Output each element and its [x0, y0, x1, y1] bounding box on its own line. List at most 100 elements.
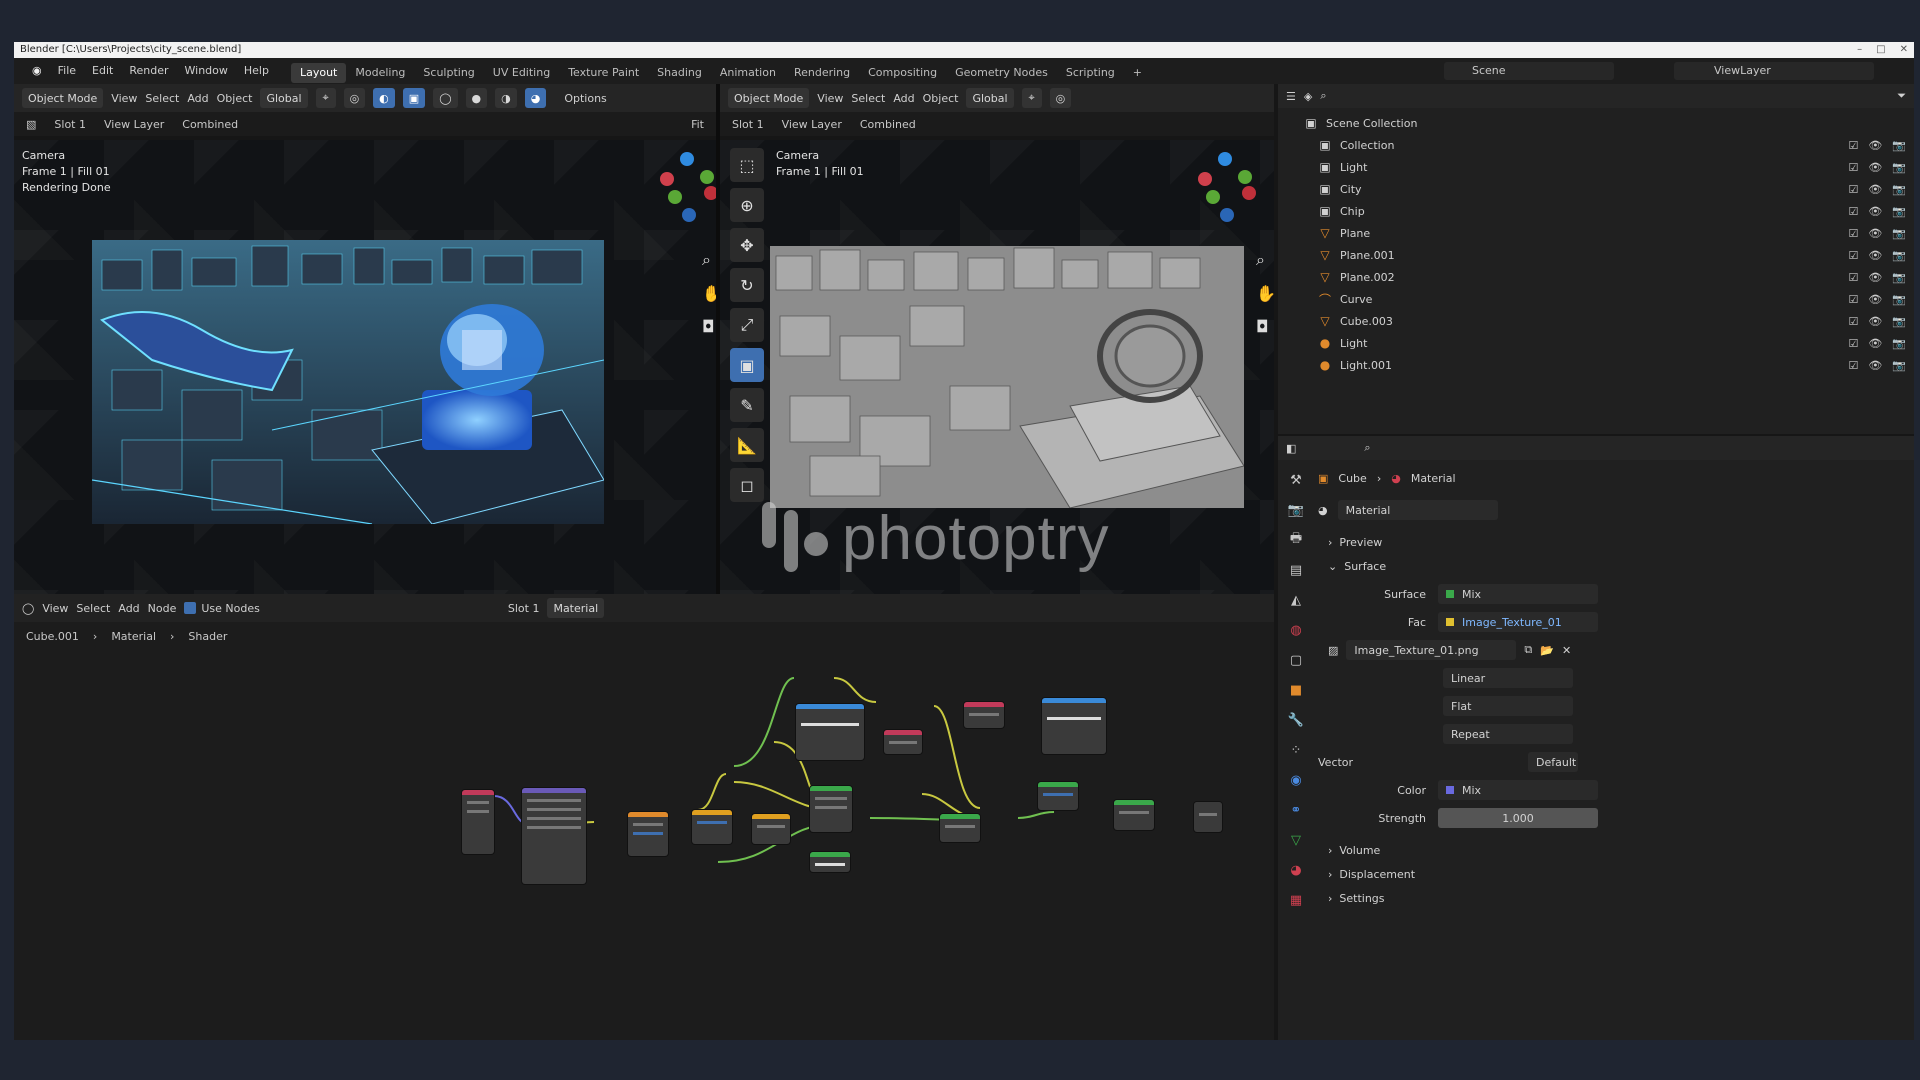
node-invert[interactable] — [964, 702, 1004, 728]
left-axis-gizmo[interactable] — [654, 150, 716, 230]
outliner-display-icon[interactable]: ◈ — [1304, 90, 1312, 103]
scale-icon[interactable]: ⤢ — [730, 308, 764, 342]
tab-texture-paint[interactable]: Texture Paint — [559, 63, 648, 83]
visibility-eye-icon[interactable]: 👁 — [1868, 293, 1882, 306]
exclude-checkbox-icon[interactable]: ☑ — [1848, 315, 1858, 328]
output-tab-icon[interactable]: 🖶 — [1284, 528, 1308, 552]
color-field[interactable]: Mix — [1438, 780, 1598, 800]
outliner-row[interactable]: ▽ Cube.003 ☑ 👁 📷 — [1304, 310, 1914, 332]
shading-wireframe-icon[interactable]: ◯ — [433, 88, 458, 108]
node-add-shader[interactable] — [1114, 800, 1154, 830]
outliner-editor-icon[interactable]: ☰ — [1286, 90, 1296, 103]
render-camera-icon[interactable]: 📷 — [1892, 139, 1906, 152]
outliner-row[interactable]: ▣ Light ☑ 👁 📷 — [1304, 156, 1914, 178]
tab-geometry-nodes[interactable]: Geometry Nodes — [946, 63, 1057, 83]
exclude-checkbox-icon[interactable]: ☑ — [1848, 293, 1858, 306]
tab-animation[interactable]: Animation — [711, 63, 785, 83]
y-axis-icon[interactable] — [700, 170, 714, 184]
outliner-row[interactable]: ● Light ☑ 👁 📷 — [1304, 332, 1914, 354]
world-tab-icon[interactable]: ◍ — [1284, 618, 1308, 642]
right-mode-dropdown[interactable]: Object Mode — [728, 88, 810, 108]
left-menu-select[interactable]: Select — [145, 92, 179, 105]
tab-compositing[interactable]: Compositing — [859, 63, 946, 83]
snap-icon[interactable]: ⌖ — [315, 88, 336, 108]
render-camera-icon[interactable]: 📷 — [1892, 337, 1906, 350]
right-menu-object[interactable]: Object — [923, 92, 959, 105]
image-name-field[interactable]: Image_Texture_01.png — [1346, 640, 1517, 660]
node-editor[interactable]: ◯ View Select Add Node Use Nodes Slot 1 … — [14, 594, 1274, 1040]
node-mix-shader[interactable] — [940, 814, 980, 842]
particles-tab-icon[interactable]: ⁘ — [1284, 738, 1308, 762]
tab-uv-editing[interactable]: UV Editing — [484, 63, 559, 83]
menu-edit[interactable]: Edit — [84, 58, 121, 84]
right-pass-dropdown[interactable]: Combined — [860, 118, 916, 131]
interpolation-dropdown[interactable]: Linear — [1443, 668, 1573, 688]
right-layer-dropdown[interactable]: View Layer — [782, 118, 842, 131]
right-camera-view-icon[interactable]: ◘ — [1256, 317, 1274, 336]
visibility-eye-icon[interactable]: 👁 — [1868, 161, 1882, 174]
breadcrumb-cube[interactable]: Cube — [1338, 472, 1366, 485]
annotate-icon[interactable]: ✎ — [730, 388, 764, 422]
render-camera-icon[interactable]: 📷 — [1892, 161, 1906, 174]
transform-icon[interactable]: ▣ — [730, 348, 764, 382]
node-image-texture-2[interactable] — [1042, 698, 1106, 754]
render-camera-icon[interactable]: 📷 — [1892, 205, 1906, 218]
node-mix-color[interactable] — [884, 730, 922, 754]
select-box-icon[interactable]: ⬚ — [730, 148, 764, 182]
outliner-row[interactable]: ▽ Plane.001 ☑ 👁 📷 — [1304, 244, 1914, 266]
physics-tab-icon[interactable]: ◉ — [1284, 768, 1308, 792]
left-layer-dropdown[interactable]: View Layer — [104, 118, 164, 131]
surface-field[interactable]: Mix — [1438, 584, 1598, 604]
tab-rendering[interactable]: Rendering — [785, 63, 859, 83]
visibility-eye-icon[interactable]: 👁 — [1868, 249, 1882, 262]
right-z-axis-icon[interactable] — [1218, 152, 1232, 166]
right-menu-add[interactable]: Add — [893, 92, 914, 105]
exclude-checkbox-icon[interactable]: ☑ — [1848, 139, 1858, 152]
menu-render[interactable]: Render — [121, 58, 176, 84]
breadcrumb-mat[interactable]: Material — [1411, 472, 1456, 485]
preview-section[interactable]: › Preview — [1318, 530, 1908, 554]
z-axis-icon[interactable] — [680, 152, 694, 166]
node-math[interactable] — [752, 814, 790, 844]
left-slot-dropdown[interactable]: Slot 1 — [54, 118, 86, 131]
vector-dropdown[interactable]: Default — [1528, 752, 1578, 772]
exclude-checkbox-icon[interactable]: ☑ — [1848, 183, 1858, 196]
left-pass-dropdown[interactable]: Combined — [182, 118, 238, 131]
exclude-checkbox-icon[interactable]: ☑ — [1848, 205, 1858, 218]
node-emission[interactable] — [1038, 782, 1078, 810]
collection-tab-icon[interactable]: ▢ — [1284, 648, 1308, 672]
right-proportional-icon[interactable]: ◎ — [1049, 88, 1072, 108]
cursor-icon[interactable]: ⊕ — [730, 188, 764, 222]
open-image-icon[interactable]: 📂 — [1540, 644, 1554, 657]
exclude-checkbox-icon[interactable]: ☑ — [1848, 227, 1858, 240]
right-neg-x-axis-icon[interactable] — [1242, 186, 1256, 200]
left-mode-dropdown[interactable]: Object Mode — [22, 88, 104, 108]
material-tab-icon[interactable]: ◕ — [1284, 858, 1308, 882]
shading-rendered-icon[interactable]: ◕ — [524, 88, 547, 108]
volume-section[interactable]: › Volume — [1318, 838, 1908, 862]
material-name-field[interactable]: Material — [1337, 500, 1498, 520]
render-camera-icon[interactable]: 📷 — [1892, 271, 1906, 284]
neg-x-axis-icon[interactable] — [704, 186, 716, 200]
move-icon[interactable]: ✥ — [730, 228, 764, 262]
settings-section[interactable]: › Settings — [1318, 886, 1908, 910]
left-viewport[interactable]: Camera Frame 1 | Fill 01 Rendering Done — [14, 140, 716, 594]
x-axis-icon[interactable] — [660, 172, 674, 186]
surface-section[interactable]: ⌄ Surface — [1318, 554, 1908, 578]
right-neg-z-axis-icon[interactable] — [1220, 208, 1234, 222]
outliner-row[interactable]: ⌒ Curve ☑ 👁 📷 — [1304, 288, 1914, 310]
outliner-row[interactable]: ● Light.001 ☑ 👁 📷 — [1304, 354, 1914, 376]
outliner-search-icon[interactable]: ⌕ — [1320, 89, 1326, 103]
tab-scripting[interactable]: Scripting — [1057, 63, 1124, 83]
left-zoom-dropdown[interactable]: Fit — [691, 118, 704, 131]
visibility-eye-icon[interactable]: 👁 — [1868, 359, 1882, 372]
node-image-texture[interactable] — [796, 704, 864, 760]
add-cube-icon[interactable]: ◻ — [730, 468, 764, 502]
shading-solid-icon[interactable]: ● — [465, 88, 488, 108]
zoom-icon[interactable]: ⌕ — [702, 250, 716, 270]
blender-logo-icon[interactable]: ◉ — [24, 58, 50, 84]
measure-icon[interactable]: 📐 — [730, 428, 764, 462]
right-zoom-icon[interactable]: ⌕ — [1256, 250, 1274, 270]
left-menu-view[interactable]: View — [111, 92, 137, 105]
outliner-row[interactable]: ▣ City ☑ 👁 📷 — [1304, 178, 1914, 200]
